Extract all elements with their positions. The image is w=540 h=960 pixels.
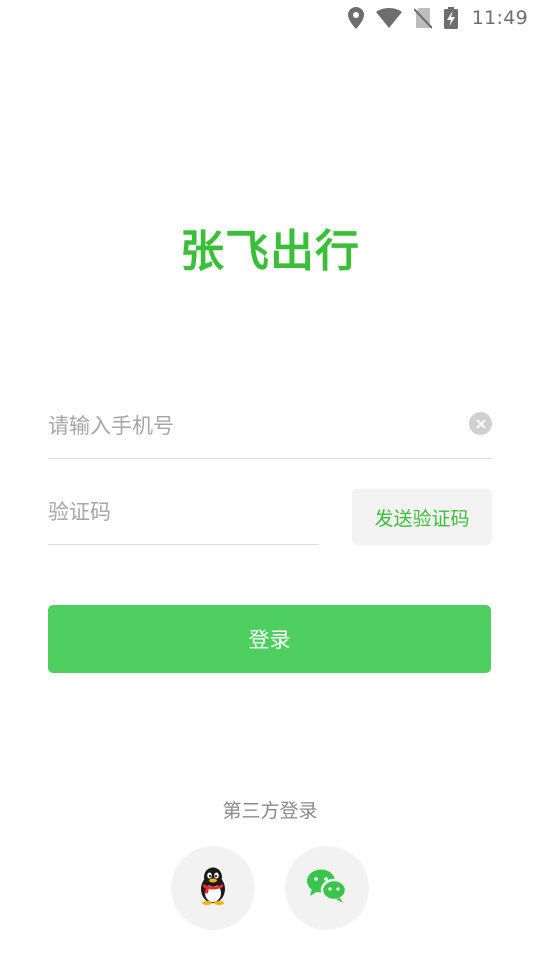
qq-penguin-icon (197, 867, 229, 909)
app-logo: 张飞出行 (180, 226, 360, 277)
send-code-button[interactable]: 发送验证码 (352, 489, 492, 545)
code-field-row (48, 483, 319, 545)
third-party-login-label: 第三方登录 (222, 800, 318, 822)
wechat-login-button[interactable] (285, 846, 369, 930)
clear-input-button[interactable] (469, 412, 492, 435)
wifi-icon (375, 8, 402, 28)
qq-login-button[interactable] (171, 846, 255, 930)
location-icon (347, 7, 364, 29)
login-screen: 11:49 张飞出行 发送验证码 登录 第三方登录 (0, 0, 540, 960)
close-icon (476, 414, 486, 433)
phone-field-row (48, 396, 492, 459)
status-icons: 11:49 (347, 4, 528, 32)
wechat-icon (306, 868, 348, 908)
no-sim-icon (413, 7, 432, 29)
battery-charging-icon (443, 7, 458, 29)
status-time: 11:49 (471, 7, 528, 29)
phone-input[interactable] (48, 396, 458, 456)
status-bar: 11:49 (0, 0, 540, 36)
verification-code-input[interactable] (48, 483, 319, 541)
login-button[interactable]: 登录 (48, 605, 491, 673)
